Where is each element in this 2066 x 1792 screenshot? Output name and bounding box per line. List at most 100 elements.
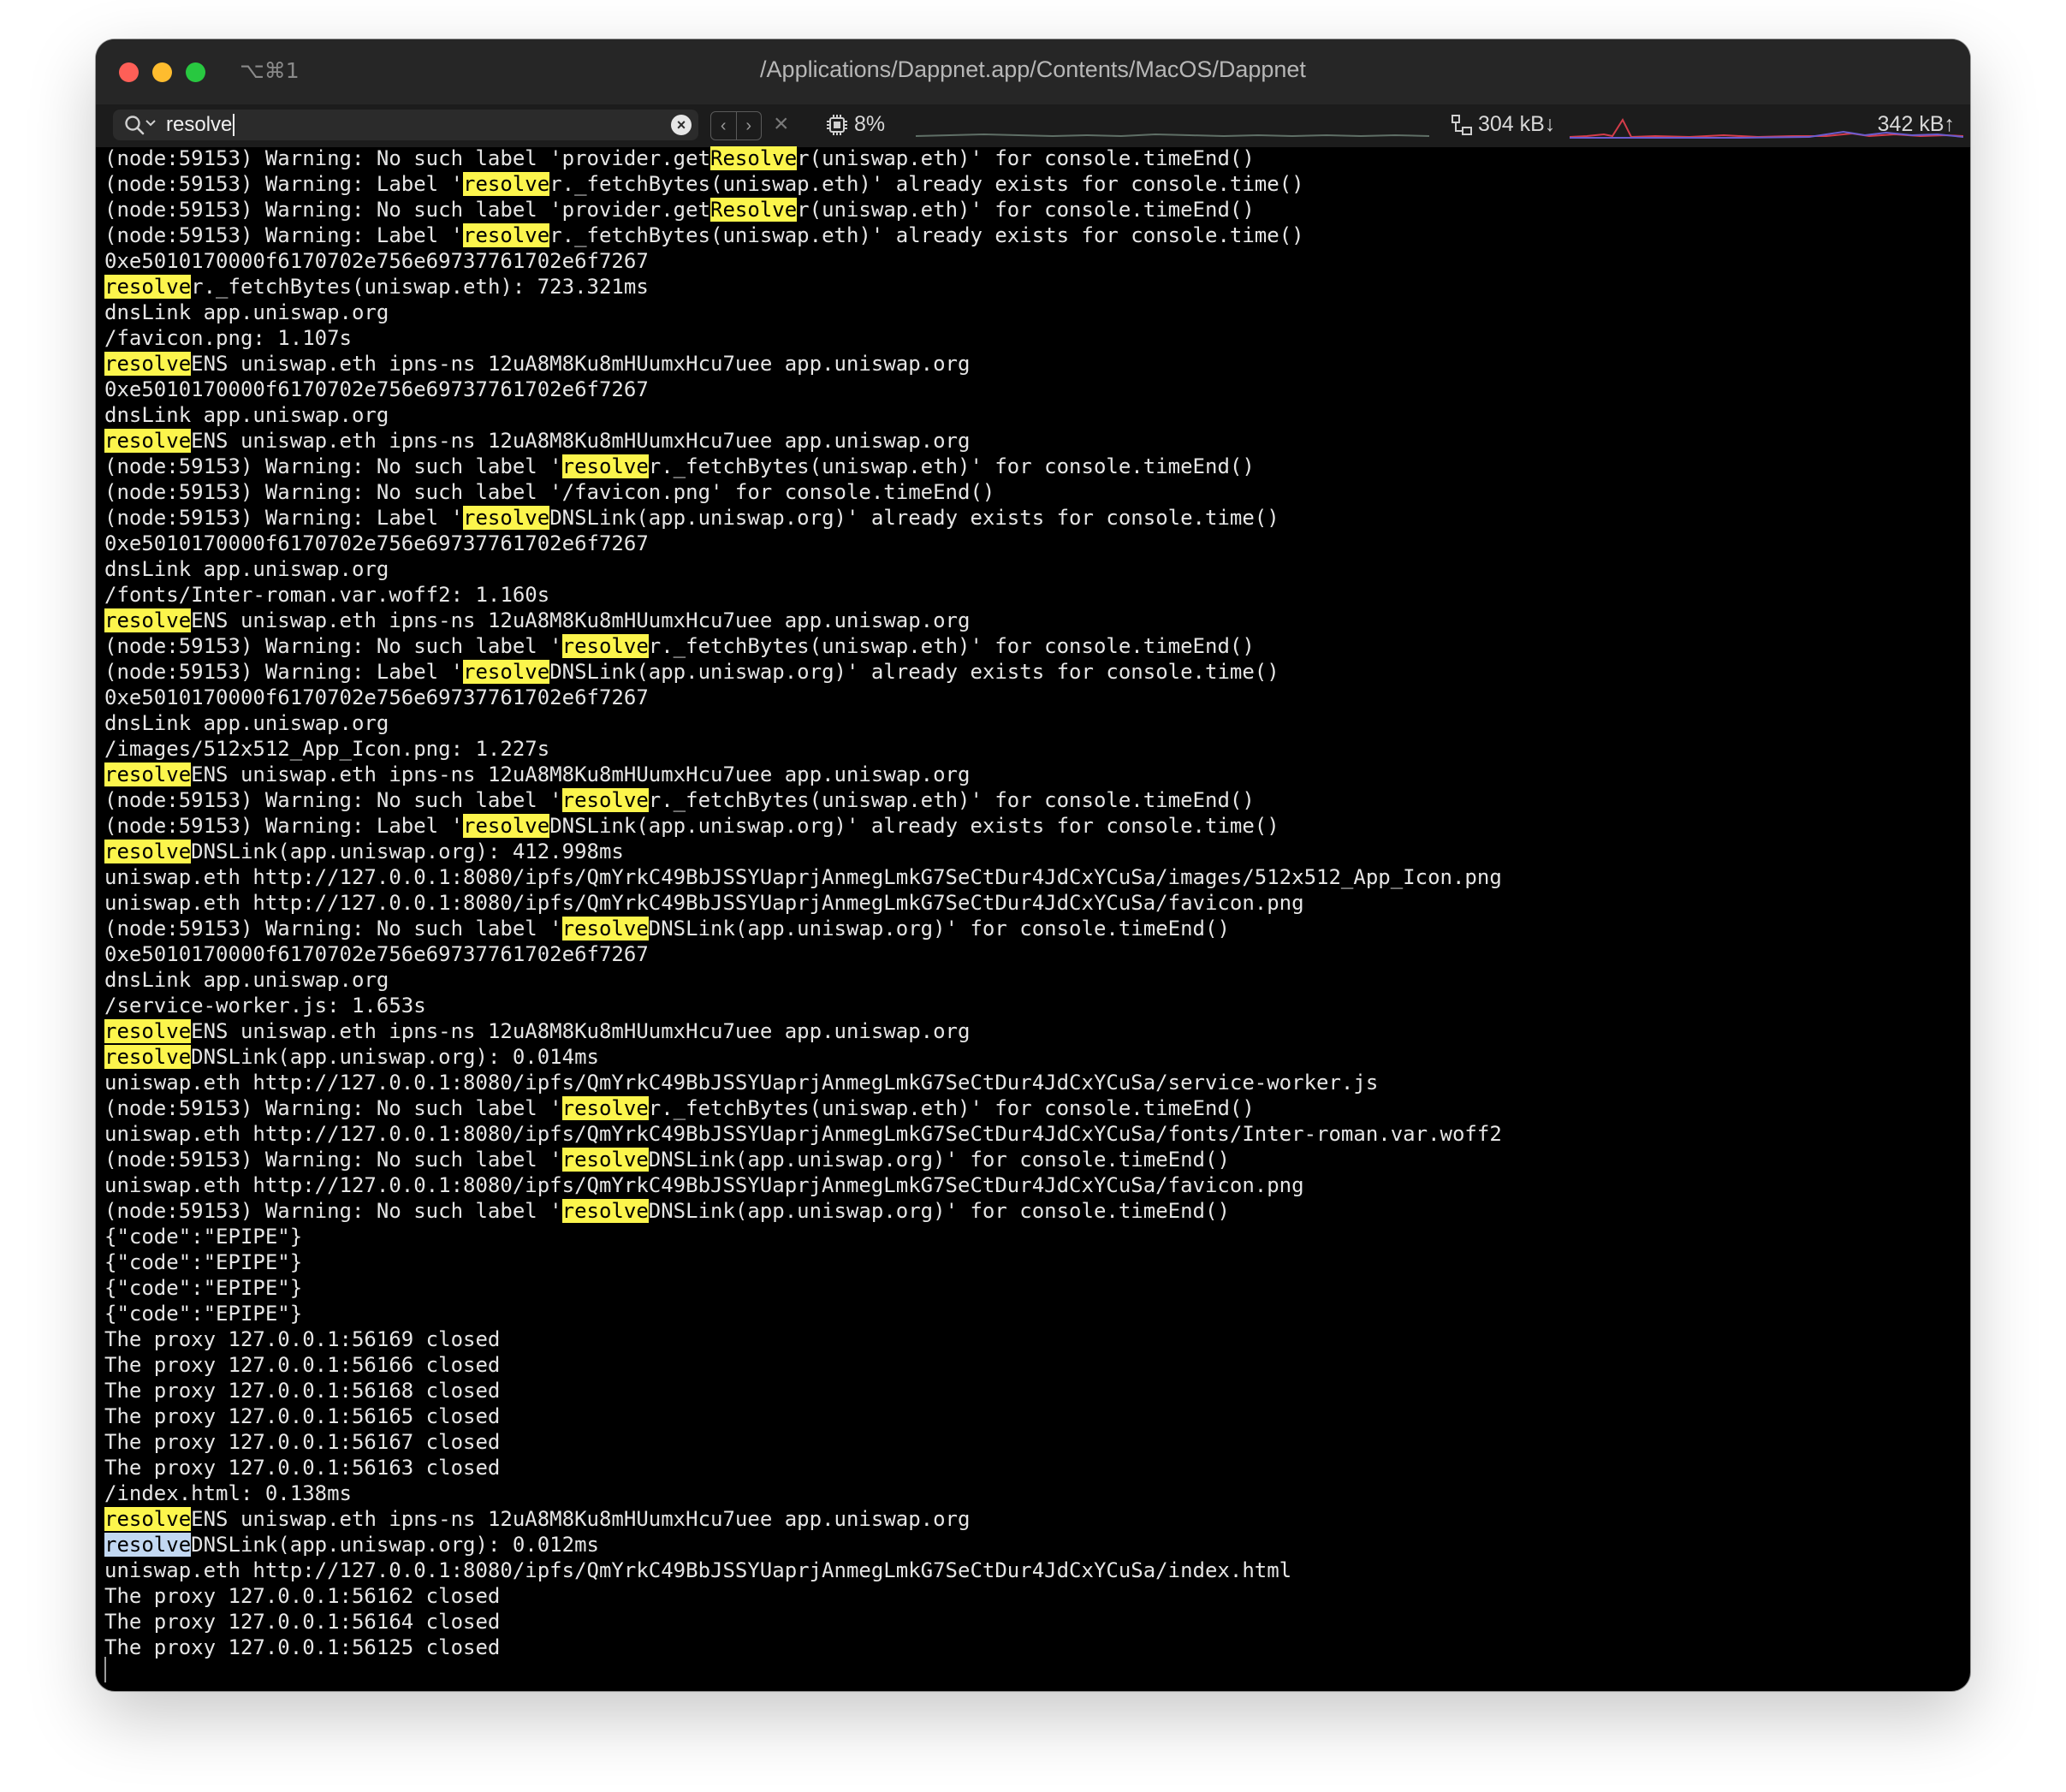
terminal-output[interactable]: (node:59153) Warning: No such label 'pro…: [104, 145, 1962, 1660]
terminal-line: (node:59153) Warning: No such label 'res…: [104, 1198, 1962, 1224]
search-match: resolve: [561, 1148, 649, 1172]
terminal-line: (node:59153) Warning: Label 'resolver._f…: [104, 171, 1962, 197]
search-match: resolve: [463, 506, 550, 530]
line-text: DNSLink(app.uniswap.org): 412.998ms: [191, 840, 624, 863]
line-text: DNSLink(app.uniswap.org): 0.012ms: [191, 1533, 599, 1557]
line-text: r._fetchBytes(uniswap.eth): 723.321ms: [191, 275, 649, 299]
line-text: uniswap.eth http://127.0.0.1:8080/ipfs/Q…: [104, 865, 1502, 889]
line-text: The proxy 127.0.0.1:56162 closed: [104, 1584, 501, 1608]
terminal-line: resolveDNSLink(app.uniswap.org): 0.014ms: [104, 1044, 1962, 1070]
line-text: DNSLink(app.uniswap.org)' already exists…: [549, 814, 1279, 838]
line-text: The proxy 127.0.0.1:56168 closed: [104, 1379, 501, 1403]
cpu-graph: [916, 133, 1429, 138]
terminal-line: 0xe5010170000f6170702e756e69737761702e6f…: [104, 941, 1962, 967]
terminal-line: /images/512x512_App_Icon.png: 1.227s: [104, 736, 1962, 762]
search-match: Resolve: [710, 198, 798, 222]
line-text: (node:59153) Warning: No such label '/fa…: [104, 480, 995, 504]
terminal-line: dnsLink app.uniswap.org: [104, 710, 1962, 736]
line-text: DNSLink(app.uniswap.org)' already exists…: [549, 660, 1279, 684]
terminal-line: (node:59153) Warning: Label 'resolveDNSL…: [104, 505, 1962, 531]
line-text: r(uniswap.eth)' for console.timeEnd(): [797, 146, 1255, 170]
terminal-line: 0xe5010170000f6170702e756e69737761702e6f…: [104, 531, 1962, 556]
clear-search-icon[interactable]: ×: [671, 115, 692, 135]
terminal-line: The proxy 127.0.0.1:56166 closed: [104, 1352, 1962, 1378]
line-text: r._fetchBytes(uniswap.eth)' for console.…: [648, 788, 1255, 812]
terminal-line: The proxy 127.0.0.1:56169 closed: [104, 1326, 1962, 1352]
search-match: resolve: [104, 275, 192, 299]
line-text: The proxy 127.0.0.1:56169 closed: [104, 1327, 501, 1351]
terminal-line: uniswap.eth http://127.0.0.1:8080/ipfs/Q…: [104, 864, 1962, 890]
line-text: ENS uniswap.eth ipns-ns 12uA8M8Ku8mHUumx…: [191, 608, 971, 632]
line-text: (node:59153) Warning: Label ': [104, 660, 464, 684]
line-text: (node:59153) Warning: No such label ': [104, 454, 562, 478]
line-text: The proxy 127.0.0.1:56125 closed: [104, 1635, 501, 1659]
terminal-line: (node:59153) Warning: No such label 'res…: [104, 454, 1962, 479]
line-text: (node:59153) Warning: No such label 'pro…: [104, 146, 711, 170]
line-text: dnsLink app.uniswap.org: [104, 968, 389, 992]
terminal-line: dnsLink app.uniswap.org: [104, 967, 1962, 993]
terminal-line: {"code":"EPIPE"}: [104, 1275, 1962, 1301]
search-match: resolve: [104, 1019, 192, 1043]
search-match: resolve: [104, 352, 192, 376]
find-bar[interactable]: resolve ×: [113, 110, 698, 140]
line-text: /favicon.png: 1.107s: [104, 326, 352, 350]
chevron-left-icon[interactable]: ‹: [711, 112, 736, 139]
search-match: resolve: [104, 1045, 192, 1069]
line-text: /images/512x512_App_Icon.png: 1.227s: [104, 737, 550, 761]
line-text: r._fetchBytes(uniswap.eth)' for console.…: [648, 634, 1255, 658]
line-text: DNSLink(app.uniswap.org)' for console.ti…: [648, 1148, 1230, 1172]
search-match: resolve: [561, 1096, 649, 1120]
line-text: r._fetchBytes(uniswap.eth)' for console.…: [648, 454, 1255, 478]
line-text: uniswap.eth http://127.0.0.1:8080/ipfs/Q…: [104, 891, 1304, 915]
line-text: The proxy 127.0.0.1:56164 closed: [104, 1610, 501, 1634]
line-text: (node:59153) Warning: No such label ': [104, 1199, 562, 1223]
terminal-line: dnsLink app.uniswap.org: [104, 300, 1962, 325]
close-find-icon[interactable]: ×: [774, 110, 789, 139]
search-match: resolve: [561, 788, 649, 812]
terminal-line: (node:59153) Warning: No such label 'res…: [104, 1095, 1962, 1121]
line-text: (node:59153) Warning: Label ': [104, 814, 464, 838]
active-search-match: resolve: [104, 1533, 192, 1557]
line-text: /fonts/Inter-roman.var.woff2: 1.160s: [104, 583, 550, 607]
line-text: 0xe5010170000f6170702e756e69737761702e6f…: [104, 531, 649, 555]
terminal-line: dnsLink app.uniswap.org: [104, 556, 1962, 582]
network-download-rate: 304 kB↓: [1478, 112, 1556, 136]
terminal-line: resolveENS uniswap.eth ipns-ns 12uA8M8Ku…: [104, 351, 1962, 377]
terminal-line: /favicon.png: 1.107s: [104, 325, 1962, 351]
search-input[interactable]: resolve: [166, 114, 235, 136]
search-match: resolve: [561, 917, 649, 941]
terminal-line: uniswap.eth http://127.0.0.1:8080/ipfs/Q…: [104, 1172, 1962, 1198]
search-match: resolve: [463, 172, 550, 196]
line-text: {"code":"EPIPE"}: [104, 1302, 303, 1326]
chevron-down-icon[interactable]: [145, 118, 156, 128]
line-text: (node:59153) Warning: Label ': [104, 172, 464, 196]
terminal-line: {"code":"EPIPE"}: [104, 1301, 1962, 1326]
status-bar: resolve × ‹ › × 8% 304 kB↓ 342 kB↑: [96, 104, 1970, 147]
line-text: ENS uniswap.eth ipns-ns 12uA8M8Ku8mHUumx…: [191, 762, 971, 786]
terminal-line: resolveDNSLink(app.uniswap.org): 0.012ms: [104, 1532, 1962, 1558]
search-match: Resolve: [710, 146, 798, 170]
window-title: /Applications/Dappnet.app/Contents/MacOS…: [760, 56, 1306, 82]
line-text: uniswap.eth http://127.0.0.1:8080/ipfs/Q…: [104, 1173, 1304, 1197]
network-upload-rate: 342 kB↑: [1877, 112, 1955, 136]
terminal-line: {"code":"EPIPE"}: [104, 1224, 1962, 1249]
line-text: {"code":"EPIPE"}: [104, 1276, 303, 1300]
search-match: resolve: [104, 608, 192, 632]
line-text: 0xe5010170000f6170702e756e69737761702e6f…: [104, 249, 649, 273]
search-match: resolve: [463, 660, 550, 684]
terminal-cursor: [104, 1657, 106, 1682]
terminal-line: /index.html: 0.138ms: [104, 1480, 1962, 1506]
chevron-right-icon[interactable]: ›: [735, 112, 762, 139]
line-text: The proxy 127.0.0.1:56166 closed: [104, 1353, 501, 1377]
terminal-line: (node:59153) Warning: Label 'resolver._f…: [104, 223, 1962, 248]
terminal-line: 0xe5010170000f6170702e756e69737761702e6f…: [104, 377, 1962, 402]
terminal-line: The proxy 127.0.0.1:56163 closed: [104, 1455, 1962, 1480]
terminal-line: uniswap.eth http://127.0.0.1:8080/ipfs/Q…: [104, 890, 1962, 916]
line-text: dnsLink app.uniswap.org: [104, 711, 389, 735]
search-icon[interactable]: [123, 114, 145, 136]
line-text: dnsLink app.uniswap.org: [104, 557, 389, 581]
line-text: DNSLink(app.uniswap.org): 0.014ms: [191, 1045, 599, 1069]
line-text: /index.html: 0.138ms: [104, 1481, 352, 1505]
search-match: resolve: [104, 840, 192, 863]
line-text: (node:59153) Warning: No such label ': [104, 1096, 562, 1120]
